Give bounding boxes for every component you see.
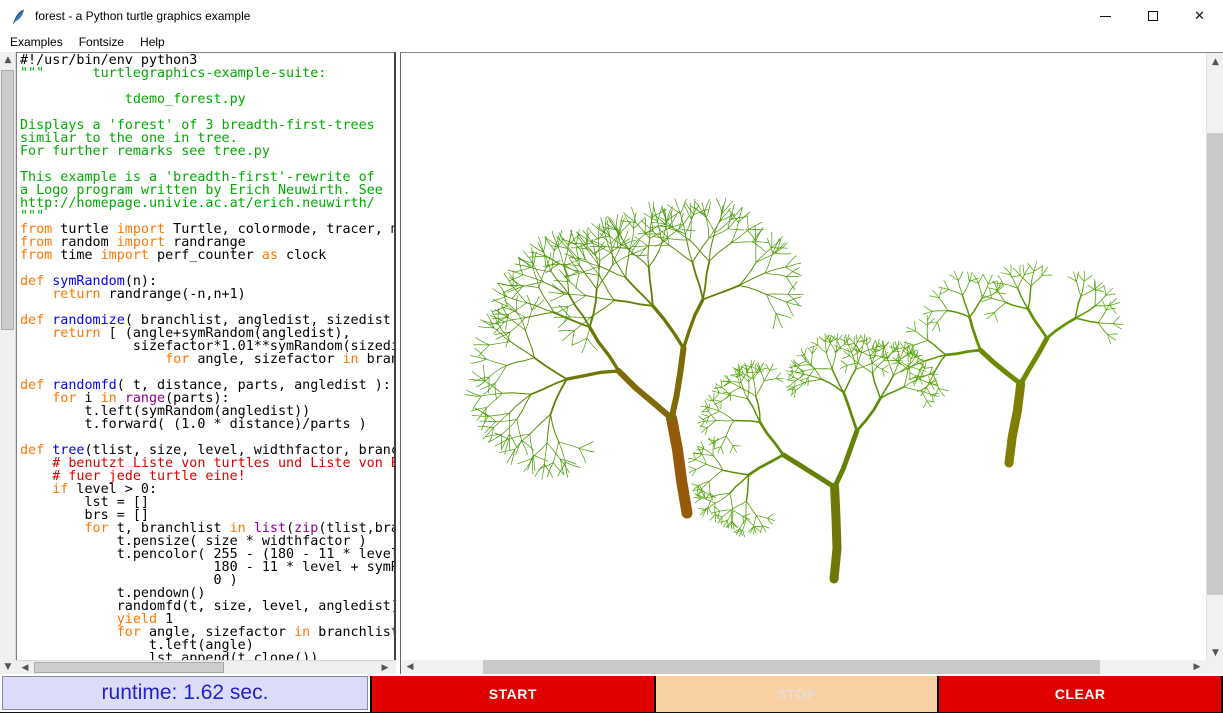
code-line: """ turtlegraphics-example-suite:	[20, 67, 394, 80]
minimize-button[interactable]	[1082, 0, 1129, 32]
status-area: runtime: 1.62 sec.	[0, 676, 370, 712]
code-line: lst.append(t.clone())	[20, 652, 394, 660]
scroll-up-icon[interactable]: ▲	[0, 52, 16, 68]
start-button[interactable]: START	[372, 676, 654, 712]
code-line: for angle, sizefactor in branchlist ]	[20, 353, 394, 366]
menu-help[interactable]: Help	[132, 33, 173, 51]
canvas-horizontal-scrollbar[interactable]: ◀ ▶	[401, 660, 1206, 674]
tree-2	[688, 333, 939, 579]
window-title: forest - a Python turtle graphics exampl…	[35, 9, 250, 23]
feather-icon	[11, 8, 27, 24]
runtime-display: runtime: 1.62 sec.	[2, 676, 368, 710]
scroll-left-icon[interactable]: ◀	[403, 660, 417, 674]
window-controls: ✕	[1082, 0, 1223, 32]
app-window: forest - a Python turtle graphics exampl…	[0, 0, 1223, 713]
maximize-button[interactable]	[1129, 0, 1176, 32]
scroll-down-icon[interactable]: ▼	[1207, 646, 1223, 660]
main-area: ▲ #!/usr/bin/env python3""" turtlegraphi…	[0, 52, 1223, 674]
scroll-down-icon[interactable]: ▼	[0, 660, 16, 674]
code-view[interactable]: #!/usr/bin/env python3""" turtlegraphics…	[16, 52, 396, 660]
tree-3	[901, 262, 1123, 463]
editor-hscroll-thumb[interactable]	[34, 662, 224, 673]
clear-button[interactable]: CLEAR	[939, 676, 1221, 712]
scroll-up-icon[interactable]: ▲	[1207, 55, 1223, 69]
menu-fontsize[interactable]: Fontsize	[71, 33, 132, 51]
code-line: tdemo_forest.py	[20, 93, 394, 106]
close-icon: ✕	[1194, 8, 1205, 24]
code-pane: ▲ #!/usr/bin/env python3""" turtlegraphi…	[0, 52, 396, 674]
tree-1	[466, 198, 804, 513]
forest-drawing	[401, 53, 1210, 661]
canvas-hscroll-thumb[interactable]	[483, 660, 1100, 674]
bottom-bar: runtime: 1.62 sec. START STOP CLEAR	[0, 674, 1223, 712]
canvas-scroll-corner	[1206, 660, 1223, 674]
scroll-left-icon[interactable]: ◀	[18, 661, 32, 675]
editor-vscroll-thumb[interactable]	[1, 70, 14, 330]
canvas-vertical-scrollbar[interactable]: ▲ ▼	[1206, 53, 1223, 660]
runtime-text: runtime: 1.62 sec.	[102, 681, 269, 705]
titlebar: forest - a Python turtle graphics exampl…	[0, 0, 1223, 32]
editor-vertical-scrollbar[interactable]: ▲	[0, 52, 16, 660]
code-line: http://homepage.univie.ac.at/erich.neuwi…	[20, 197, 394, 210]
code-text: #!/usr/bin/env python3""" turtlegraphics…	[20, 54, 394, 660]
code-line: return randrange(-n,n+1)	[20, 288, 394, 301]
control-buttons: START STOP CLEAR	[370, 676, 1223, 712]
canvas-vscroll-thumb[interactable]	[1207, 133, 1223, 595]
turtle-canvas[interactable]: ▲ ▼ ◀ ▶	[400, 52, 1223, 674]
maximize-icon	[1148, 11, 1158, 21]
close-button[interactable]: ✕	[1176, 0, 1223, 32]
editor-scroll-corner: ▼	[0, 660, 16, 674]
scroll-right-icon[interactable]: ▶	[1190, 660, 1204, 674]
stop-button: STOP	[656, 676, 938, 712]
menubar: Examples Fontsize Help	[0, 32, 1223, 52]
editor-horizontal-scrollbar[interactable]: ◀ ▶	[16, 660, 396, 674]
menu-examples[interactable]: Examples	[2, 33, 71, 51]
minimize-icon	[1100, 16, 1111, 17]
code-line: For further remarks see tree.py	[20, 145, 394, 158]
code-line: t.forward( (1.0 * distance)/parts )	[20, 418, 394, 431]
scroll-right-icon[interactable]: ▶	[378, 661, 392, 675]
code-line: from time import perf_counter as clock	[20, 249, 394, 262]
